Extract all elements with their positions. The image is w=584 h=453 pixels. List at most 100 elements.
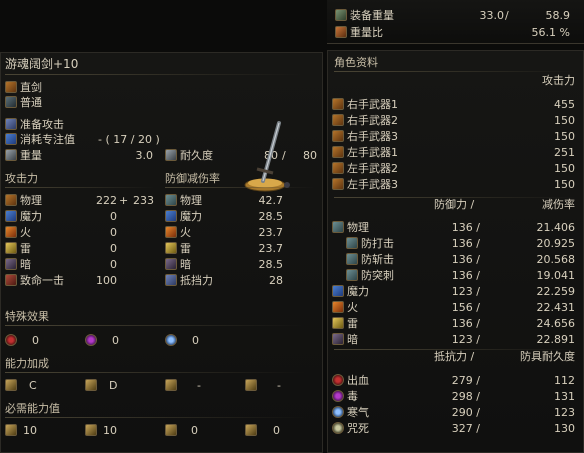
attack-label: 火 bbox=[20, 226, 31, 239]
guard-row-lightning: 雷 bbox=[165, 241, 191, 256]
weapon-detail-panel: 游魂阔剑+10 直剑 普通 准备攻击 消耗专注值 - ( 17 / 20 ) 重… bbox=[0, 52, 323, 453]
attack-label: 物理 bbox=[20, 194, 42, 207]
defense-header: 防御力 / bbox=[434, 198, 475, 211]
defense-value: 136 / bbox=[451, 221, 480, 234]
weapon-slot-row: 右手武器1 bbox=[332, 97, 398, 112]
defense-row: 物理 bbox=[332, 220, 369, 235]
effect-poison bbox=[85, 333, 100, 348]
frost-icon bbox=[332, 406, 344, 418]
attack-type: 普通 bbox=[20, 96, 42, 109]
attack-label: 暗 bbox=[20, 258, 31, 271]
guard-row-physical: 物理 bbox=[165, 193, 202, 208]
guard-row-fire: 火 bbox=[165, 225, 191, 240]
weapon-slot-icon bbox=[332, 114, 344, 126]
skill-icon bbox=[5, 118, 17, 130]
fp-cost-label: 消耗专注值 bbox=[20, 133, 75, 146]
equip-load-max: 58.9 bbox=[545, 9, 571, 22]
weapon-slot-value: 455 bbox=[554, 98, 575, 111]
magic-defense-icon bbox=[332, 285, 344, 297]
defense-value: 136 / bbox=[451, 317, 480, 330]
absorption-value: 22.891 bbox=[536, 333, 576, 346]
guard-value: 42.7 bbox=[258, 194, 284, 207]
defense-label: 雷 bbox=[347, 317, 358, 330]
dark-defense-icon bbox=[332, 333, 344, 345]
defense-row: 魔力 bbox=[332, 284, 369, 299]
physical-defense-icon bbox=[332, 221, 344, 233]
defense-row: 火 bbox=[332, 300, 358, 315]
equip-load-current: 33.0 bbox=[479, 9, 505, 22]
weight-value: 3.0 bbox=[135, 149, 154, 162]
character-title: 角色资料 bbox=[334, 56, 378, 69]
guard-value: 28 bbox=[269, 274, 283, 287]
fire-attack-icon bbox=[5, 226, 17, 238]
defense-label: 物理 bbox=[347, 221, 369, 234]
weapon-slot-label: 右手武器2 bbox=[347, 114, 398, 127]
defense-label: 防斩击 bbox=[361, 253, 394, 266]
thrust-defense-icon bbox=[346, 269, 358, 281]
resistance-header: 抵抗力 / bbox=[434, 350, 475, 363]
lightning-guard-icon bbox=[165, 242, 177, 254]
critical-icon bbox=[5, 274, 17, 286]
armor-durability-value: 112 bbox=[554, 374, 575, 387]
durability-row: 耐久度 bbox=[165, 148, 213, 163]
effects-title: 特殊效果 bbox=[5, 310, 49, 323]
scaling-fai bbox=[245, 378, 260, 393]
defense-label: 暗 bbox=[347, 333, 358, 346]
character-panel: 角色资料 攻击力 右手武器1 455 右手武器2 150 右手武器3 150 左… bbox=[327, 50, 584, 453]
load-ratio-row: 重量比 bbox=[335, 25, 383, 40]
resist-value: 279 / bbox=[451, 374, 480, 387]
guard-label: 雷 bbox=[180, 242, 191, 255]
armor-durability-value: 131 bbox=[554, 390, 575, 403]
weight-row: 重量 bbox=[5, 148, 42, 163]
weapon-slot-icon bbox=[332, 178, 344, 190]
effect-poison-value: 0 bbox=[112, 334, 119, 347]
defense-value: 156 / bbox=[451, 301, 480, 314]
fire-guard-icon bbox=[165, 226, 177, 238]
equip-load-row: 装备重量 bbox=[335, 8, 394, 23]
guard-row-magic: 魔力 bbox=[165, 209, 202, 224]
guard-value: 23.7 bbox=[258, 226, 284, 239]
guard-value: 23.7 bbox=[258, 242, 284, 255]
armor-durability-value: 130 bbox=[554, 422, 575, 435]
load-ratio-label: 重量比 bbox=[350, 26, 383, 39]
weapon-type-icon bbox=[5, 81, 17, 93]
absorption-value: 22.259 bbox=[536, 285, 576, 298]
weapon-slot-row: 左手武器2 bbox=[332, 161, 398, 176]
defense-value: 136 / bbox=[451, 253, 480, 266]
strength-icon bbox=[5, 424, 17, 436]
scaling-fai-value: - bbox=[277, 379, 281, 392]
lightning-attack-icon bbox=[5, 242, 17, 254]
weapon-slot-value: 150 bbox=[554, 178, 575, 191]
magic-guard-icon bbox=[165, 210, 177, 222]
attack-value: 100 bbox=[96, 274, 117, 287]
fp-cost-row: 消耗专注值 bbox=[5, 132, 75, 147]
req-fai bbox=[245, 423, 260, 438]
effect-bleed-value: 0 bbox=[32, 334, 39, 347]
lightning-defense-icon bbox=[332, 317, 344, 329]
absorption-header: 减伤率 bbox=[542, 198, 575, 211]
equip-load-label: 装备重量 bbox=[350, 9, 394, 22]
weapon-slot-value: 150 bbox=[554, 162, 575, 175]
weapon-type-row: 直剑 bbox=[5, 80, 42, 95]
attack-type-icon bbox=[5, 96, 17, 108]
weapon-slot-icon bbox=[332, 146, 344, 158]
defense-row: 防斩击 bbox=[332, 252, 394, 267]
resist-row: 寒气 bbox=[332, 405, 369, 420]
weapon-slot-icon bbox=[332, 162, 344, 174]
resist-label: 毒 bbox=[347, 390, 358, 403]
fp-cost-value: - ( 17 / 20 ) bbox=[98, 133, 160, 146]
weapon-slot-value: 150 bbox=[554, 114, 575, 127]
guard-row-stability: 抵挡力 bbox=[165, 273, 213, 288]
weapon-slot-icon bbox=[332, 98, 344, 110]
skill-row: 准备攻击 bbox=[5, 117, 64, 132]
magic-attack-icon bbox=[5, 210, 17, 222]
req-str bbox=[5, 423, 20, 438]
req-fai-value: 0 bbox=[273, 424, 280, 437]
load-ratio-icon bbox=[335, 26, 347, 38]
char-attack-header: 攻击力 bbox=[542, 74, 575, 87]
attack-value: 0 bbox=[110, 242, 117, 255]
attack-label: 致命一击 bbox=[20, 274, 64, 287]
attack-bonus: 233 bbox=[133, 194, 154, 207]
durability-label: 耐久度 bbox=[180, 149, 213, 162]
defense-row: 暗 bbox=[332, 332, 358, 347]
